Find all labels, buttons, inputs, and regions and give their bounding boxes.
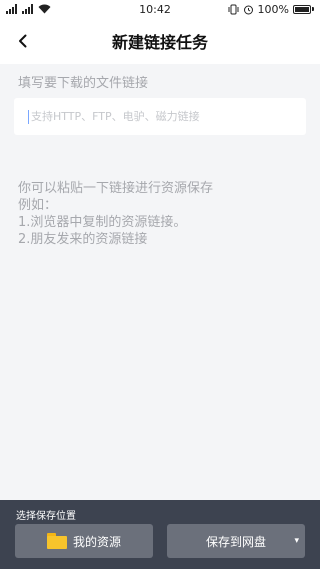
save-location-label: 选择保存位置 <box>16 511 76 522</box>
save-to-cloud-button[interactable]: 保存到网盘 ▾ <box>167 524 305 558</box>
status-bar: 10:42 100% <box>0 0 320 18</box>
vibrate-icon <box>228 4 239 14</box>
status-time: 10:42 <box>139 2 171 16</box>
chevron-down-icon: ▾ <box>294 536 299 546</box>
folder-icon <box>46 533 67 549</box>
signal-icon <box>22 4 33 14</box>
hint-line: 2.朋友发来的资源链接 <box>18 232 148 247</box>
battery-icon <box>293 4 314 14</box>
battery-text: 100% <box>257 2 289 16</box>
save-location-panel: 选择保存位置 我的资源 保存到网盘 ▾ <box>0 500 320 569</box>
hint-block: 你可以粘贴一下链接进行资源保存 例如： 1.浏览器中复制的资源链接。 2.朋友发… <box>18 180 213 248</box>
status-left <box>6 4 106 14</box>
hint-line: 1.浏览器中复制的资源链接。 <box>18 215 187 230</box>
my-resources-label: 我的资源 <box>72 534 121 549</box>
back-button[interactable] <box>8 26 38 56</box>
link-input[interactable] <box>31 110 292 123</box>
link-input-label: 填写要下载的文件链接 <box>18 76 149 91</box>
app-header: 新建链接任务 <box>0 18 320 64</box>
wifi-icon <box>38 4 51 14</box>
link-input-container[interactable] <box>14 98 306 135</box>
text-cursor <box>28 109 29 124</box>
save-to-cloud-label: 保存到网盘 <box>205 534 266 549</box>
page-title: 新建链接任务 <box>111 33 208 52</box>
alarm-icon <box>243 5 253 14</box>
chevron-left-icon <box>19 34 27 48</box>
status-right: 100% <box>204 3 314 16</box>
signal-icon <box>6 4 17 14</box>
hint-line: 例如： <box>18 198 58 213</box>
hint-line: 你可以粘贴一下链接进行资源保存 <box>18 181 214 196</box>
my-resources-button[interactable]: 我的资源 <box>15 524 153 558</box>
